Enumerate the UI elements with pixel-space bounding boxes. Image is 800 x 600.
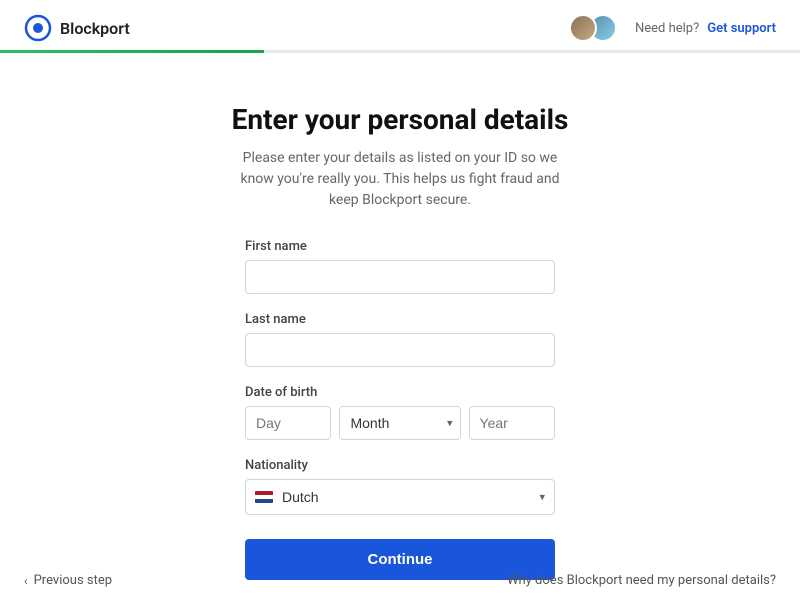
nationality-select-wrapper: Dutch German French British Other (245, 479, 555, 515)
dob-row: Month January February March April May J… (245, 406, 555, 440)
header-right: Need help? Get support (569, 14, 776, 42)
dob-day-wrapper (245, 406, 331, 440)
last-name-input[interactable] (245, 333, 555, 367)
dob-group: Date of birth Month January February Mar… (245, 385, 555, 440)
first-name-input[interactable] (245, 260, 555, 294)
dob-year-wrapper (469, 406, 555, 440)
nationality-label: Nationality (245, 458, 555, 473)
footer: ‹ Previous step Why does Blockport need … (0, 561, 800, 600)
page-subtitle: Please enter your details as listed on y… (230, 148, 570, 211)
dob-label: Date of birth (245, 385, 555, 400)
prev-step-label: Previous step (34, 573, 112, 588)
get-support-link[interactable]: Get support (707, 21, 776, 36)
logo-area: Blockport (24, 14, 130, 42)
main-content: Enter your personal details Please enter… (0, 53, 800, 580)
page-title: Enter your personal details (232, 103, 569, 136)
prev-step-button[interactable]: ‹ Previous step (24, 573, 112, 588)
first-name-label: First name (245, 239, 555, 254)
progress-bar-fill (0, 50, 264, 53)
need-help-text: Need help? (635, 21, 699, 36)
last-name-label: Last name (245, 312, 555, 327)
header: Blockport Need help? Get support (0, 0, 800, 42)
dob-year-input[interactable] (469, 406, 555, 440)
progress-bar-container (0, 50, 800, 53)
blockport-logo-icon (24, 14, 52, 42)
nationality-select[interactable]: Dutch German French British Other (245, 479, 555, 515)
form-container: First name Last name Date of birth Month… (245, 239, 555, 580)
nationality-group: Nationality Dutch German French British … (245, 458, 555, 515)
logo-text: Blockport (60, 19, 130, 38)
avatar-1 (569, 14, 597, 42)
dob-day-input[interactable] (245, 406, 331, 440)
dob-month-select[interactable]: Month January February March April May J… (339, 406, 460, 440)
faq-link[interactable]: Why does Blockport need my personal deta… (507, 573, 776, 588)
last-name-group: Last name (245, 312, 555, 367)
dob-month-wrapper: Month January February March April May J… (339, 406, 460, 440)
prev-step-arrow-icon: ‹ (24, 574, 28, 588)
first-name-group: First name (245, 239, 555, 294)
avatar-group (569, 14, 617, 42)
